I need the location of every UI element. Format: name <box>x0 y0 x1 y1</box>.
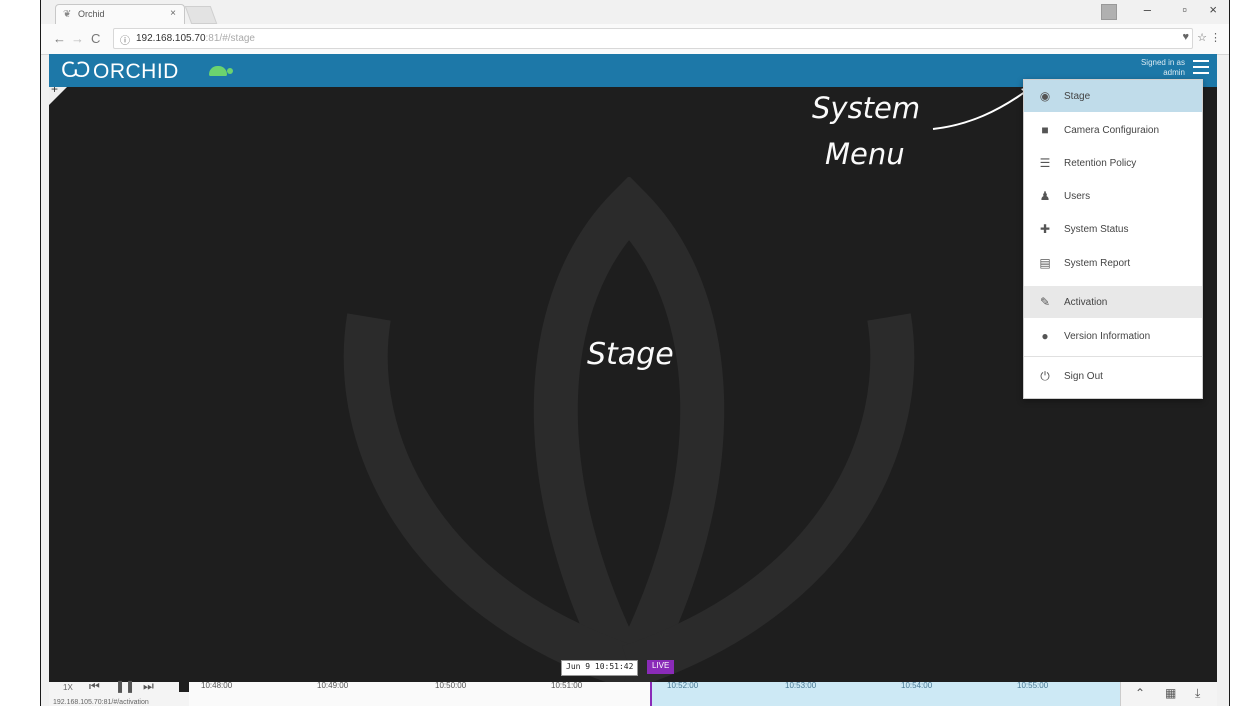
menu-item-label: Stage <box>1064 91 1091 102</box>
new-tab-button[interactable] <box>184 6 218 24</box>
add-camera-icon[interactable]: + <box>51 87 58 96</box>
download-icon[interactable]: ⤓ <box>1195 686 1200 701</box>
menu-item-version-information[interactable]: ● Version Information <box>1024 320 1202 352</box>
menu-item-system-report[interactable]: ▤ System Report <box>1024 247 1202 279</box>
system-menu: ◉ Stage ■ Camera Configuraion ☰ Retentio… <box>1023 79 1203 399</box>
site-info-icon[interactable]: ⓘ <box>120 32 130 47</box>
playback-speed[interactable]: 1X <box>63 683 73 692</box>
app-logo-text: ORCHID <box>93 60 179 83</box>
forward-icon[interactable]: → <box>71 31 84 46</box>
browser-window: ❦ Orchid × – ▫ × ← → C ⓘ 192.168.105.70:… <box>40 0 1230 706</box>
user-icon: ♟ <box>1039 189 1051 203</box>
maximize-icon[interactable]: ▫ <box>1182 2 1187 17</box>
report-icon: ▤ <box>1039 256 1051 270</box>
menu-item-stage[interactable]: ◉ Stage <box>1024 80 1202 112</box>
annotation-menu: Menu <box>825 137 905 171</box>
profile-icon[interactable] <box>1101 4 1117 20</box>
address-bar: ← → C ⓘ 192.168.105.70:81/#/stage ♥ ☆ ⋮ <box>41 24 1229 55</box>
turtle-icon <box>209 66 233 76</box>
close-tab-icon[interactable]: × <box>170 8 176 19</box>
signed-in-user: admin <box>1163 68 1185 77</box>
timeline-tick: 10:55:00 <box>1017 681 1049 690</box>
bookmark-star-icon[interactable]: ☆ <box>1197 31 1207 44</box>
menu-item-system-status[interactable]: ✚ System Status <box>1024 213 1202 245</box>
timeline-tick: 10:50:00 <box>435 681 467 690</box>
timeline-tick: 10:53:00 <box>785 681 817 690</box>
timeline-tick: 10:48:00 <box>201 681 233 690</box>
tab-bar: ❦ Orchid × – ▫ × <box>41 0 1229 24</box>
menu-item-label: Camera Configuraion <box>1064 125 1160 136</box>
menu-item-label: System Status <box>1064 224 1129 235</box>
browser-menu-icon[interactable]: ⋮ <box>1210 31 1221 44</box>
menu-item-label: Users <box>1064 191 1091 202</box>
url-field[interactable]: ⓘ 192.168.105.70:81/#/stage <box>113 28 1193 49</box>
signed-in-label: Signed in as <box>1140 58 1185 67</box>
url-host: 192.168.105.70 <box>136 33 206 44</box>
video-camera-icon: ■ <box>1041 123 1049 137</box>
timeline-tools: ⌃ ▦ ⤓ <box>1120 682 1217 706</box>
browser-tab[interactable]: ❦ Orchid × <box>55 4 185 24</box>
menu-item-label: Version Information <box>1064 331 1151 342</box>
menu-item-label: Retention Policy <box>1064 158 1137 169</box>
timeline-track-future[interactable]: 10:52:00 10:53:00 10:54:00 10:55:00 <box>651 681 1121 706</box>
menu-item-label: Activation <box>1064 297 1108 308</box>
menu-item-retention-policy[interactable]: ☰ Retention Policy <box>1024 147 1202 179</box>
calendar-icon[interactable]: ▦ <box>1165 686 1176 700</box>
menu-item-sign-out[interactable]: ⏻ Sign Out <box>1024 360 1202 392</box>
timeline-track-past[interactable]: 10:48:00 10:49:00 10:50:00 10:51:00 <box>189 681 651 706</box>
pause-icon[interactable]: ❚❚ <box>115 679 135 693</box>
tab-title: Orchid <box>78 9 105 19</box>
timeline-tick: 10:49:00 <box>317 681 349 690</box>
chevron-up-icon[interactable]: ⌃ <box>1135 686 1145 700</box>
menu-item-label: Sign Out <box>1064 371 1103 382</box>
timeline-tick: 10:51:00 <box>551 681 583 690</box>
signed-in-info: Signed in as admin <box>1141 58 1185 78</box>
eye-icon: ◉ <box>1039 89 1051 103</box>
plug-icon: ✎ <box>1039 295 1051 309</box>
back-icon[interactable]: ← <box>53 31 66 46</box>
menu-item-activation[interactable]: ✎ Activation <box>1024 286 1202 318</box>
now-marker <box>650 682 652 706</box>
menu-item-users[interactable]: ♟ Users <box>1024 180 1202 212</box>
medkit-icon: ✚ <box>1039 222 1051 236</box>
orchid-logo-icon: Ѡ <box>61 57 91 82</box>
orchid-favicon-icon: ❦ <box>63 9 72 20</box>
current-time-display: Jun 9 10:51:42 <box>561 660 639 676</box>
minimize-icon[interactable]: – <box>1144 2 1151 17</box>
close-window-icon[interactable]: × <box>1209 2 1217 17</box>
extension-icon[interactable]: ♥ <box>1182 31 1189 43</box>
menu-divider <box>1024 356 1202 357</box>
skip-forward-icon[interactable]: ⏭ <box>143 679 154 694</box>
annotation-system: System <box>812 91 921 125</box>
menu-item-label: System Report <box>1064 258 1131 269</box>
orchid-watermark-icon <box>343 177 915 692</box>
skip-back-icon[interactable]: ⏮ <box>89 679 100 694</box>
info-icon: ● <box>1041 329 1049 343</box>
status-bar-url: 192.168.105.70:81/#/activation <box>50 699 152 706</box>
power-icon: ⏻ <box>1040 369 1050 383</box>
timeline-tick: 10:54:00 <box>901 681 933 690</box>
url-path: :81/#/stage <box>205 33 255 44</box>
system-menu-icon[interactable] <box>1193 60 1209 74</box>
live-badge[interactable]: LIVE <box>647 660 675 674</box>
timeline-bar: 1X ⏮ ❚❚ ⏭ 10:48:00 10:49:00 10:50:00 10:… <box>49 679 1217 706</box>
menu-item-camera-configuration[interactable]: ■ Camera Configuraion <box>1024 114 1202 146</box>
reload-icon[interactable]: C <box>91 31 100 46</box>
database-icon: ☰ <box>1039 156 1051 170</box>
timeline-tick: 10:52:00 <box>667 681 699 690</box>
stage-label: Stage <box>587 337 674 372</box>
